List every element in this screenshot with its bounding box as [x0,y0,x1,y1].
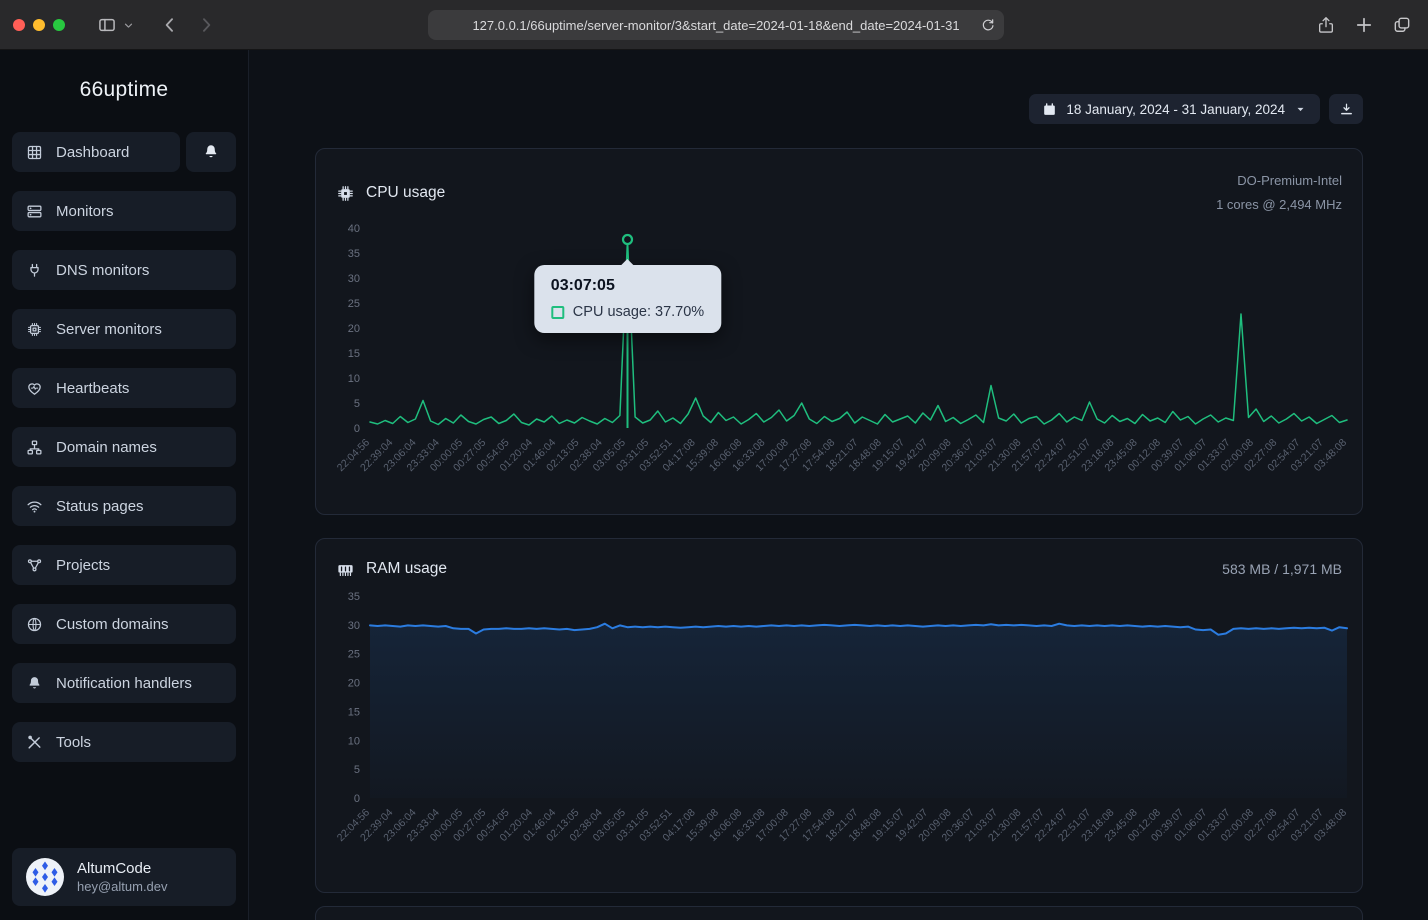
share-nodes-icon [26,557,43,574]
server-name: DO-Premium-Intel [1216,169,1342,193]
tab-overview-icon[interactable] [1392,15,1412,35]
cpu-card-title: CPU usage [366,184,445,202]
monitors-icon [26,203,43,220]
sidebar-item-dashboard[interactable]: Dashboard [12,132,180,172]
sidebar-item-domain-names[interactable]: Domain names [12,427,236,467]
cpu-usage-card: CPU usage DO-Premium-Intel 1 cores @ 2,4… [315,148,1363,515]
svg-text:15: 15 [348,706,360,718]
svg-text:35: 35 [348,248,360,260]
sitemap-icon [26,439,43,456]
bell-icon [202,143,220,161]
cpu-tooltip: 03:07:05 CPU usage: 37.70% [534,265,721,333]
svg-text:20: 20 [348,678,360,690]
date-range-picker[interactable]: 18 January, 2024 - 31 January, 2024 [1029,94,1320,124]
url-bar[interactable]: 127.0.0.1/66uptime/server-monitor/3&star… [428,10,1004,40]
sidebar-item-label: Custom domains [56,616,169,633]
svg-text:25: 25 [348,298,360,310]
sidebar-item-label: Dashboard [56,144,129,161]
svg-text:35: 35 [348,591,360,603]
account-name: AltumCode [77,859,168,878]
caret-down-icon [1294,103,1307,116]
sidebar-item-label: Status pages [56,498,144,515]
ram-chart[interactable]: 0510152025303522:04:5622:39:0423:06:0423… [317,589,1363,894]
url-text: 127.0.0.1/66uptime/server-monitor/3&star… [472,18,959,33]
sidebar-item-server-monitors[interactable]: Server monitors [12,309,236,349]
sidebar-item-notification-handlers[interactable]: Notification handlers [12,663,236,703]
sidebar-panel-icon[interactable] [97,15,117,35]
zoom-window-button[interactable] [53,19,65,31]
main-content: 18 January, 2024 - 31 January, 2024 CPU … [249,50,1428,920]
heartbeat-icon [26,380,43,397]
chevron-down-icon[interactable] [122,19,135,32]
calendar-icon [1042,102,1057,117]
reload-icon[interactable] [980,17,996,33]
next-card-stub [315,906,1363,920]
sidebar-item-heartbeats[interactable]: Heartbeats [12,368,236,408]
sidebar-item-label: Projects [56,557,110,574]
tooltip-time: 03:07:05 [551,277,704,295]
sidebar-item-projects[interactable]: Projects [12,545,236,585]
cpu-chip-icon [336,184,355,203]
brand-title: 66uptime [0,78,248,102]
grid-icon [26,144,43,161]
svg-text:5: 5 [354,764,360,776]
sidebar-item-label: Domain names [56,439,157,456]
svg-text:0: 0 [354,793,360,805]
svg-text:10: 10 [348,735,360,747]
sidebar-item-status-pages[interactable]: Status pages [12,486,236,526]
account-email: hey@altum.dev [77,878,168,895]
svg-text:0: 0 [354,423,360,435]
forward-icon[interactable] [196,15,216,35]
cpu-chart[interactable]: 051015202530354022:04:5622:39:0423:06:04… [317,213,1363,513]
svg-text:15: 15 [348,348,360,360]
date-range-label: 18 January, 2024 - 31 January, 2024 [1066,102,1285,117]
sidebar-item-tools[interactable]: Tools [12,722,236,762]
bell-icon [26,675,43,692]
account-card[interactable]: AltumCode hey@altum.dev [12,848,236,906]
close-window-button[interactable] [13,19,25,31]
sidebar-item-label: Heartbeats [56,380,129,397]
plug-icon [26,262,43,279]
sidebar-item-label: Notification handlers [56,675,192,692]
sidebar-item-label: Tools [56,734,91,751]
ram-usage-card: RAM usage 583 MB / 1,971 MB 0 5 10 15 20 25 30… [315,538,1363,893]
share-icon[interactable] [1316,15,1336,35]
tooltip-value: CPU usage: 37.70% [573,304,704,320]
sidebar-item-label: Monitors [56,203,114,220]
sidebar-item-dns-monitors[interactable]: DNS monitors [12,250,236,290]
avatar [26,858,64,896]
svg-text:20: 20 [348,323,360,335]
ram-card-title: RAM usage [366,560,447,578]
back-icon[interactable] [160,15,180,35]
cpu-icon [26,321,43,338]
minimize-window-button[interactable] [33,19,45,31]
sidebar-item-label: DNS monitors [56,262,149,279]
svg-text:25: 25 [348,649,360,661]
notifications-button[interactable] [186,132,236,172]
series-swatch [551,306,564,319]
ram-usage-value: 583 MB / 1,971 MB [1222,559,1342,579]
export-button[interactable] [1329,94,1363,124]
svg-text:5: 5 [354,398,360,410]
svg-text:40: 40 [348,223,360,235]
tools-icon [26,734,43,751]
sidebar-item-custom-domains[interactable]: Custom domains [12,604,236,644]
sidebar: 66uptime Dashboard Monitors DNS monitors [0,50,249,920]
new-tab-icon[interactable] [1354,15,1374,35]
sidebar-item-monitors[interactable]: Monitors [12,191,236,231]
svg-text:10: 10 [348,373,360,385]
svg-text:30: 30 [348,620,360,632]
download-icon [1339,102,1354,117]
sidebar-item-label: Server monitors [56,321,162,338]
window-controls[interactable] [13,19,65,31]
browser-chrome: 127.0.0.1/66uptime/server-monitor/3&star… [0,0,1428,50]
svg-text:30: 30 [348,273,360,285]
globe-icon [26,616,43,633]
ram-icon [336,560,355,579]
wifi-icon [26,498,43,515]
